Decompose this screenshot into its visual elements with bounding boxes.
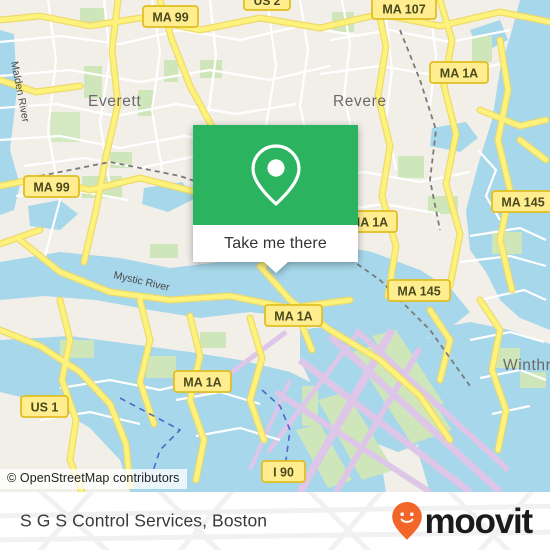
footer-bar: S G S Control Services, Boston moovit <box>0 492 550 550</box>
svg-text:MA 1A: MA 1A <box>183 376 221 390</box>
road-shield: MA 1A <box>429 61 489 84</box>
road-shield: US 2 <box>243 0 291 11</box>
road-shield: MA 99 <box>142 5 199 28</box>
road-shield: MA 107 <box>371 0 437 20</box>
moovit-smiley-pin-icon <box>392 502 423 540</box>
svg-text:I 90: I 90 <box>273 466 294 480</box>
road-shield: I 90 <box>261 460 306 483</box>
svg-text:MA 145: MA 145 <box>397 285 440 299</box>
svg-text:MA 1A: MA 1A <box>274 310 312 324</box>
road-shield: MA 145 <box>491 190 550 213</box>
road-shield: MA 1A <box>173 370 232 393</box>
destination-callout-card[interactable]: Take me there <box>193 125 358 273</box>
svg-text:MA 145: MA 145 <box>501 196 544 210</box>
moovit-wordmark: moovit <box>424 501 533 541</box>
map-label-revere: Revere <box>333 93 387 110</box>
svg-text:US 1: US 1 <box>31 401 59 415</box>
callout-icon-area <box>193 125 358 225</box>
road-shield: US 1 <box>20 395 69 418</box>
svg-text:MA 99: MA 99 <box>152 11 188 25</box>
location-title: S G S Control Services, Boston <box>20 510 268 531</box>
road-shield: MA 1A <box>264 304 323 327</box>
osm-attribution[interactable]: © OpenStreetMap contributors <box>0 469 187 489</box>
svg-text:MA 107: MA 107 <box>382 3 425 17</box>
callout-action-area[interactable]: Take me there <box>193 225 358 273</box>
svg-text:MA 99: MA 99 <box>33 181 69 195</box>
road-shield: MA 145 <box>387 279 451 302</box>
map-pin-icon <box>250 144 301 206</box>
svg-text:US 2: US 2 <box>254 0 281 8</box>
road-shield: MA 99 <box>23 175 80 198</box>
moovit-brand[interactable]: moovit <box>391 501 533 541</box>
svg-text:MA 1A: MA 1A <box>440 67 478 81</box>
moovit-location-card: Everett Revere Winthrop Malden River Mys… <box>0 0 550 550</box>
map-label-everett: Everett <box>88 93 141 110</box>
callout-pointer <box>263 262 288 273</box>
map-label-winthrop: Winthrop <box>503 357 550 374</box>
take-me-there-button[interactable]: Take me there <box>224 235 327 253</box>
